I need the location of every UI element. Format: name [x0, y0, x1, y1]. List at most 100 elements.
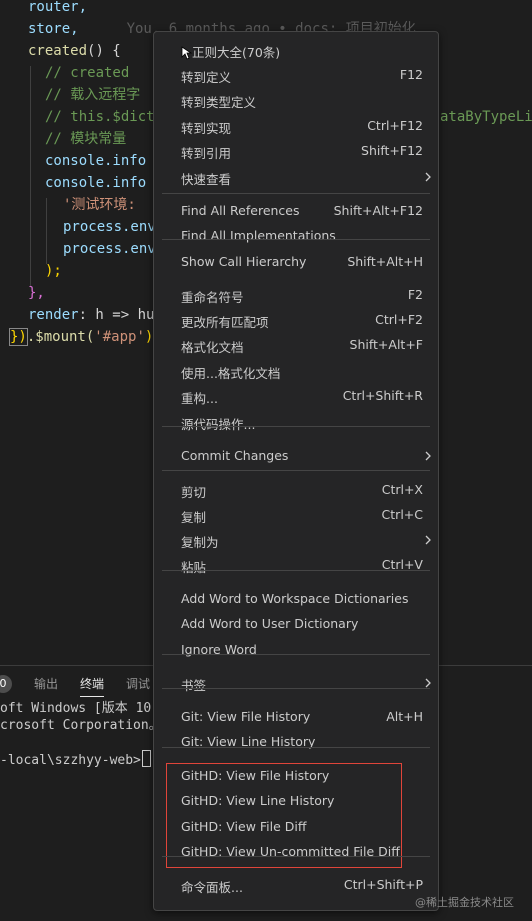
- menu-item-label: 重命名符号: [181, 290, 244, 305]
- code-line: },: [28, 282, 45, 304]
- code-token: );: [45, 263, 62, 279]
- menu-item-16[interactable]: 剪切 Ctrl+X: [154, 478, 438, 503]
- code-token: },: [28, 285, 45, 301]
- menu-item-4[interactable]: 转到引用 Shift+F12: [154, 139, 438, 164]
- menu-item-label: 转到定义: [181, 70, 232, 85]
- menu-item-githd-view-file-history[interactable]: GitHD: View File History: [154, 764, 438, 789]
- menu-item-14[interactable]: 源代码操作...: [154, 410, 438, 435]
- menu-separator: [162, 193, 430, 194]
- terminal-prompt[interactable]: -local\szzhyy-web>: [0, 750, 151, 768]
- menu-item-18[interactable]: 复制为: [154, 528, 438, 553]
- menu-item-shortcut: Ctrl+F12: [367, 118, 423, 133]
- menu-item-1[interactable]: 转到定义 F12: [154, 63, 438, 88]
- code-line: console.info: [45, 172, 146, 194]
- menu-item-label: 正则大全(70条): [192, 45, 281, 60]
- menu-item-label: Commit Changes: [181, 448, 289, 463]
- menu-item-label: GitHD: View File History: [181, 768, 330, 783]
- code-line: // 载入远程字: [45, 84, 140, 106]
- code-token: router,: [28, 0, 88, 15]
- code-line: console.info: [45, 150, 146, 172]
- tab-debug-console[interactable]: 调试: [126, 675, 150, 692]
- menu-item-label: 使用...格式化文档: [181, 366, 281, 381]
- code-token: () {: [87, 43, 121, 59]
- code-token: render: [28, 307, 79, 323]
- code-line: );: [45, 260, 62, 282]
- menu-item-label: 快速查看: [181, 172, 232, 187]
- tab-output[interactable]: 输出: [34, 675, 58, 692]
- code-token: console.info: [45, 175, 147, 191]
- menu-item-12[interactable]: 使用...格式化文档: [154, 359, 438, 384]
- menu-item-githd-view-file-diff[interactable]: GitHD: View File Diff: [154, 815, 438, 840]
- code-line: process.env: [63, 216, 156, 238]
- indent-guide: [46, 198, 47, 264]
- code-comment: ataByTypeLi: [440, 109, 532, 125]
- menu-item-label: 格式化文档: [181, 340, 244, 355]
- menu-item-shortcut: Ctrl+F2: [375, 312, 423, 327]
- menu-item-11[interactable]: 格式化文档 Shift+Alt+F: [154, 333, 438, 358]
- tab-terminal[interactable]: 终端: [80, 675, 105, 697]
- terminal-line: crosoft Corporation。保: [0, 717, 175, 735]
- chevron-right-icon: [425, 451, 431, 461]
- menu-item-3[interactable]: 转到实现 Ctrl+F12: [154, 114, 438, 139]
- problems-count-badge: 0: [0, 675, 12, 693]
- code-comment: // 载入远程字: [45, 87, 141, 103]
- code-token: console.info: [45, 153, 147, 169]
- menu-item-githd-view-line-history[interactable]: GitHD: View Line History: [154, 789, 438, 814]
- menu-item-shortcut: Ctrl+C: [381, 507, 423, 522]
- chevron-right-icon: [425, 172, 431, 182]
- menu-item-shortcut: Ctrl+X: [381, 482, 423, 497]
- menu-item-30[interactable]: 命令面板... Ctrl+Shift+P: [154, 873, 438, 898]
- menu-item-find-all-references[interactable]: Find All References Shift+Alt+F12: [154, 199, 438, 224]
- menu-item-70[interactable]: 正则大全(70条): [154, 38, 438, 63]
- menu-item-label: GitHD: View File Diff: [181, 819, 307, 834]
- menu-item-label: Add Word to User Dictionary: [181, 616, 359, 631]
- menu-item-shortcut: Shift+F12: [361, 143, 423, 158]
- code-line: router,: [28, 0, 87, 18]
- menu-item-git-view-file-history[interactable]: Git: View File History Alt+H: [154, 705, 438, 730]
- menu-item-show-call-hierarchy[interactable]: Show Call Hierarchy Shift+Alt+H: [154, 250, 438, 275]
- menu-item-9[interactable]: 重命名符号 F2: [154, 283, 438, 308]
- terminal-text: crosoft Corporation。保: [0, 718, 175, 733]
- menu-item-label: GitHD: View Line History: [181, 793, 335, 808]
- menu-item-2[interactable]: 转到类型定义: [154, 88, 438, 113]
- code-comment: // this.$dict: [45, 109, 155, 125]
- menu-item-label: Find All References: [181, 203, 300, 218]
- menu-item-add-word-to-user-dictionary[interactable]: Add Word to User Dictionary: [154, 612, 438, 637]
- menu-item-label: 粘贴: [181, 560, 207, 575]
- code-line: // 模块常量: [45, 128, 126, 150]
- code-token: process.env: [63, 241, 156, 257]
- menu-item-shortcut: Ctrl+Shift+R: [342, 388, 423, 403]
- menu-item-git-view-line-history[interactable]: Git: View Line History: [154, 730, 438, 755]
- terminal-text: oft Windows [版本 10.0: [0, 701, 167, 716]
- menu-separator: [162, 470, 430, 471]
- menu-item-label: 转到类型定义: [181, 95, 257, 110]
- menu-item-19[interactable]: 粘贴 Ctrl+V: [154, 553, 438, 578]
- code-line: '测试环境:: [63, 194, 136, 216]
- menu-item-commit-changes[interactable]: Commit Changes: [154, 444, 438, 469]
- menu-item-ignore-word[interactable]: Ignore Word: [154, 638, 438, 663]
- menu-item-23[interactable]: 书签: [154, 671, 438, 696]
- menu-separator: [162, 570, 430, 571]
- menu-separator: [162, 654, 430, 655]
- menu-item-find-all-implementations[interactable]: Find All Implementations: [154, 224, 438, 249]
- watermark: @稀土掘金技术社区: [415, 896, 514, 909]
- code-string: '测试环境:: [63, 197, 136, 213]
- matched-bracket: }): [9, 328, 28, 346]
- menu-item-13[interactable]: 重构... Ctrl+Shift+R: [154, 384, 438, 409]
- code-token: process.env: [63, 219, 156, 235]
- menu-separator: [162, 856, 430, 857]
- code-string: '#app': [94, 329, 145, 345]
- chevron-right-icon: [425, 678, 431, 688]
- menu-separator: [162, 747, 430, 748]
- menu-item-17[interactable]: 复制 Ctrl+C: [154, 503, 438, 528]
- menu-item-label: 剪切: [181, 485, 207, 500]
- menu-item-label: 复制为: [181, 535, 219, 550]
- menu-item-10[interactable]: 更改所有匹配项 Ctrl+F2: [154, 308, 438, 333]
- menu-separator: [162, 688, 430, 689]
- menu-item-5[interactable]: 快速查看: [154, 165, 438, 190]
- menu-item-label: 转到引用: [181, 146, 232, 161]
- menu-item-shortcut: Ctrl+Shift+P: [343, 877, 423, 892]
- menu-item-githd-view-un-committed-file-diff[interactable]: GitHD: View Un-committed File Diff: [154, 840, 438, 865]
- code-line: process.env: [63, 238, 156, 260]
- menu-item-add-word-to-workspace-dictionaries[interactable]: Add Word to Workspace Dictionaries: [154, 587, 438, 612]
